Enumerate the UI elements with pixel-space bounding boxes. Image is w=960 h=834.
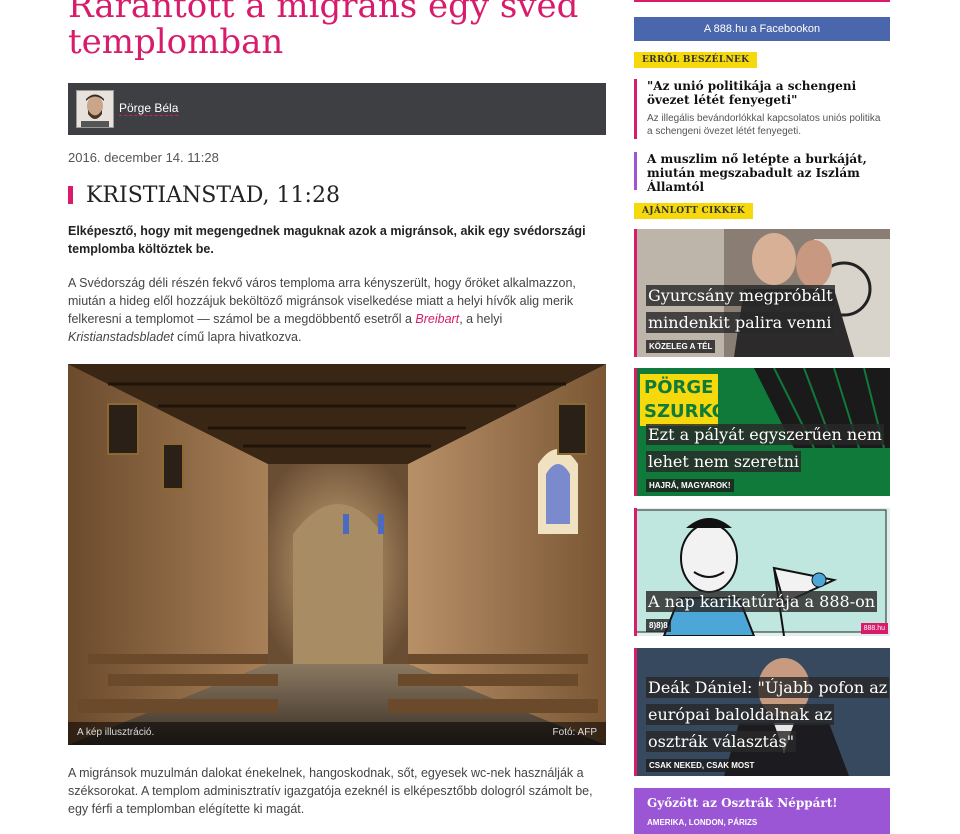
talk-item-title[interactable]: "Az unió politikája a schengeni övezet l… <box>647 79 887 107</box>
recommended-card-5[interactable]: Győzött az Osztrák Néppárt! Amerika, Lon… <box>634 788 890 834</box>
card-subtitle: 8)8)8 <box>646 619 671 632</box>
recommended-card-2[interactable]: PÖRGE SZURKOL Ezt a pályát egyszerűen ne… <box>634 368 890 496</box>
card-title-line: A nap karikatúrája a 888-on <box>646 591 878 612</box>
card-subtitle: Közeleg a tél <box>646 340 716 353</box>
card-title-line: Gyurcsány megpróbált <box>646 285 835 306</box>
card-marker <box>634 368 637 496</box>
logo-text: SZURKOL <box>644 401 739 422</box>
facebook-button[interactable]: A 888.hu a Facebookon <box>634 17 890 41</box>
article-photo <box>68 364 606 745</box>
card-title-line: mindenkit palira venni <box>646 312 834 333</box>
888-badge: 888.hu <box>860 623 888 634</box>
photo-caption: A kép illusztráció. <box>77 727 155 738</box>
breitbart-link[interactable]: Breibart <box>415 312 459 326</box>
card-title-line: osztrák választás" <box>646 731 797 752</box>
author-avatar[interactable] <box>76 90 114 128</box>
article-paragraph-1: A Svédország déli részén fekvő város tem… <box>68 274 606 346</box>
card-title-line: lehet nem szeretni <box>646 451 801 472</box>
card-title-line: európai baloldalnak az <box>646 704 835 725</box>
article-paragraph-2: A migránsok muzulmán dalokat énekelnek, … <box>68 766 593 816</box>
porge-szurkol-logo: PÖRGE SZURKOL <box>644 376 738 424</box>
card-marker <box>634 508 637 636</box>
recommended-card-3[interactable]: A nap karikatúrája a 888-on 8)8)8 888.hu <box>634 508 890 636</box>
card-title-line: Deák Dániel: "Újabb pofon az <box>646 677 890 698</box>
card-title-line: Ezt a pályát egyszerűen nem <box>646 424 884 445</box>
card-title: Deák Dániel: "Újabb pofon az európai bal… <box>646 674 890 755</box>
talk-tag: Erről beszélnek <box>634 52 758 68</box>
talk-item-2[interactable]: A muszlim nő letépte a burkáját, miután … <box>634 152 890 194</box>
talk-item-desc: Az illegális bevándorlókkal kapcsolatos … <box>647 113 881 137</box>
card-title: Gyurcsány megpróbált mindenkit palira ve… <box>646 282 835 336</box>
recommended-tag: Ajánlott cikkek <box>634 203 754 219</box>
article-lead: Elképesztő, hogy mit megengednek magukna… <box>68 224 586 256</box>
photo-credit: Fotó: AFP <box>552 727 597 738</box>
card-marker <box>634 648 637 776</box>
talk-item-1[interactable]: "Az unió politikája a schengeni övezet l… <box>634 79 890 139</box>
dateline-marker <box>68 186 73 204</box>
paragraph-text: című lapra hivatkozva. <box>173 330 302 344</box>
card-marker <box>634 229 637 357</box>
card-subtitle: Hajrá, magyarok! <box>646 479 734 492</box>
photo-caption-bar: A kép illusztráció. Fotó: AFP <box>68 722 606 745</box>
source-name: Kristianstadsbladet <box>68 330 174 344</box>
article-date: 2016. december 14. 11:28 <box>68 150 219 165</box>
article-title: Rárántott a migráns egy svéd templomban <box>68 0 579 62</box>
card-title: Ezt a pályát egyszerűen nem lehet nem sz… <box>646 421 884 475</box>
recommended-card-4[interactable]: Deák Dániel: "Újabb pofon az európai bal… <box>634 648 890 776</box>
card-title: Győzött az Osztrák Néppárt! <box>647 796 838 810</box>
card-image <box>634 508 890 636</box>
talk-item-title[interactable]: A muszlim nő letépte a burkáját, miután … <box>647 152 887 194</box>
sidebar-top-line <box>634 0 890 2</box>
recommended-card-1[interactable]: Gyurcsány megpróbált mindenkit palira ve… <box>634 229 890 357</box>
talk-item-marker <box>634 79 637 139</box>
card-subtitle: Amerika, London, Párizs <box>647 818 758 827</box>
talk-item-marker <box>634 152 637 190</box>
logo-text: PÖRGE <box>644 377 714 398</box>
card-title: A nap karikatúrája a 888-on <box>646 588 878 615</box>
dateline-text: KRISTIANSTAD, 11:28 <box>86 183 340 208</box>
paragraph-text: , a helyi <box>459 312 503 326</box>
author-name[interactable]: Pörge Béla <box>119 101 179 116</box>
author-bar: Pörge Béla <box>68 83 606 135</box>
card-subtitle: Csak neked, csak most <box>646 759 758 772</box>
